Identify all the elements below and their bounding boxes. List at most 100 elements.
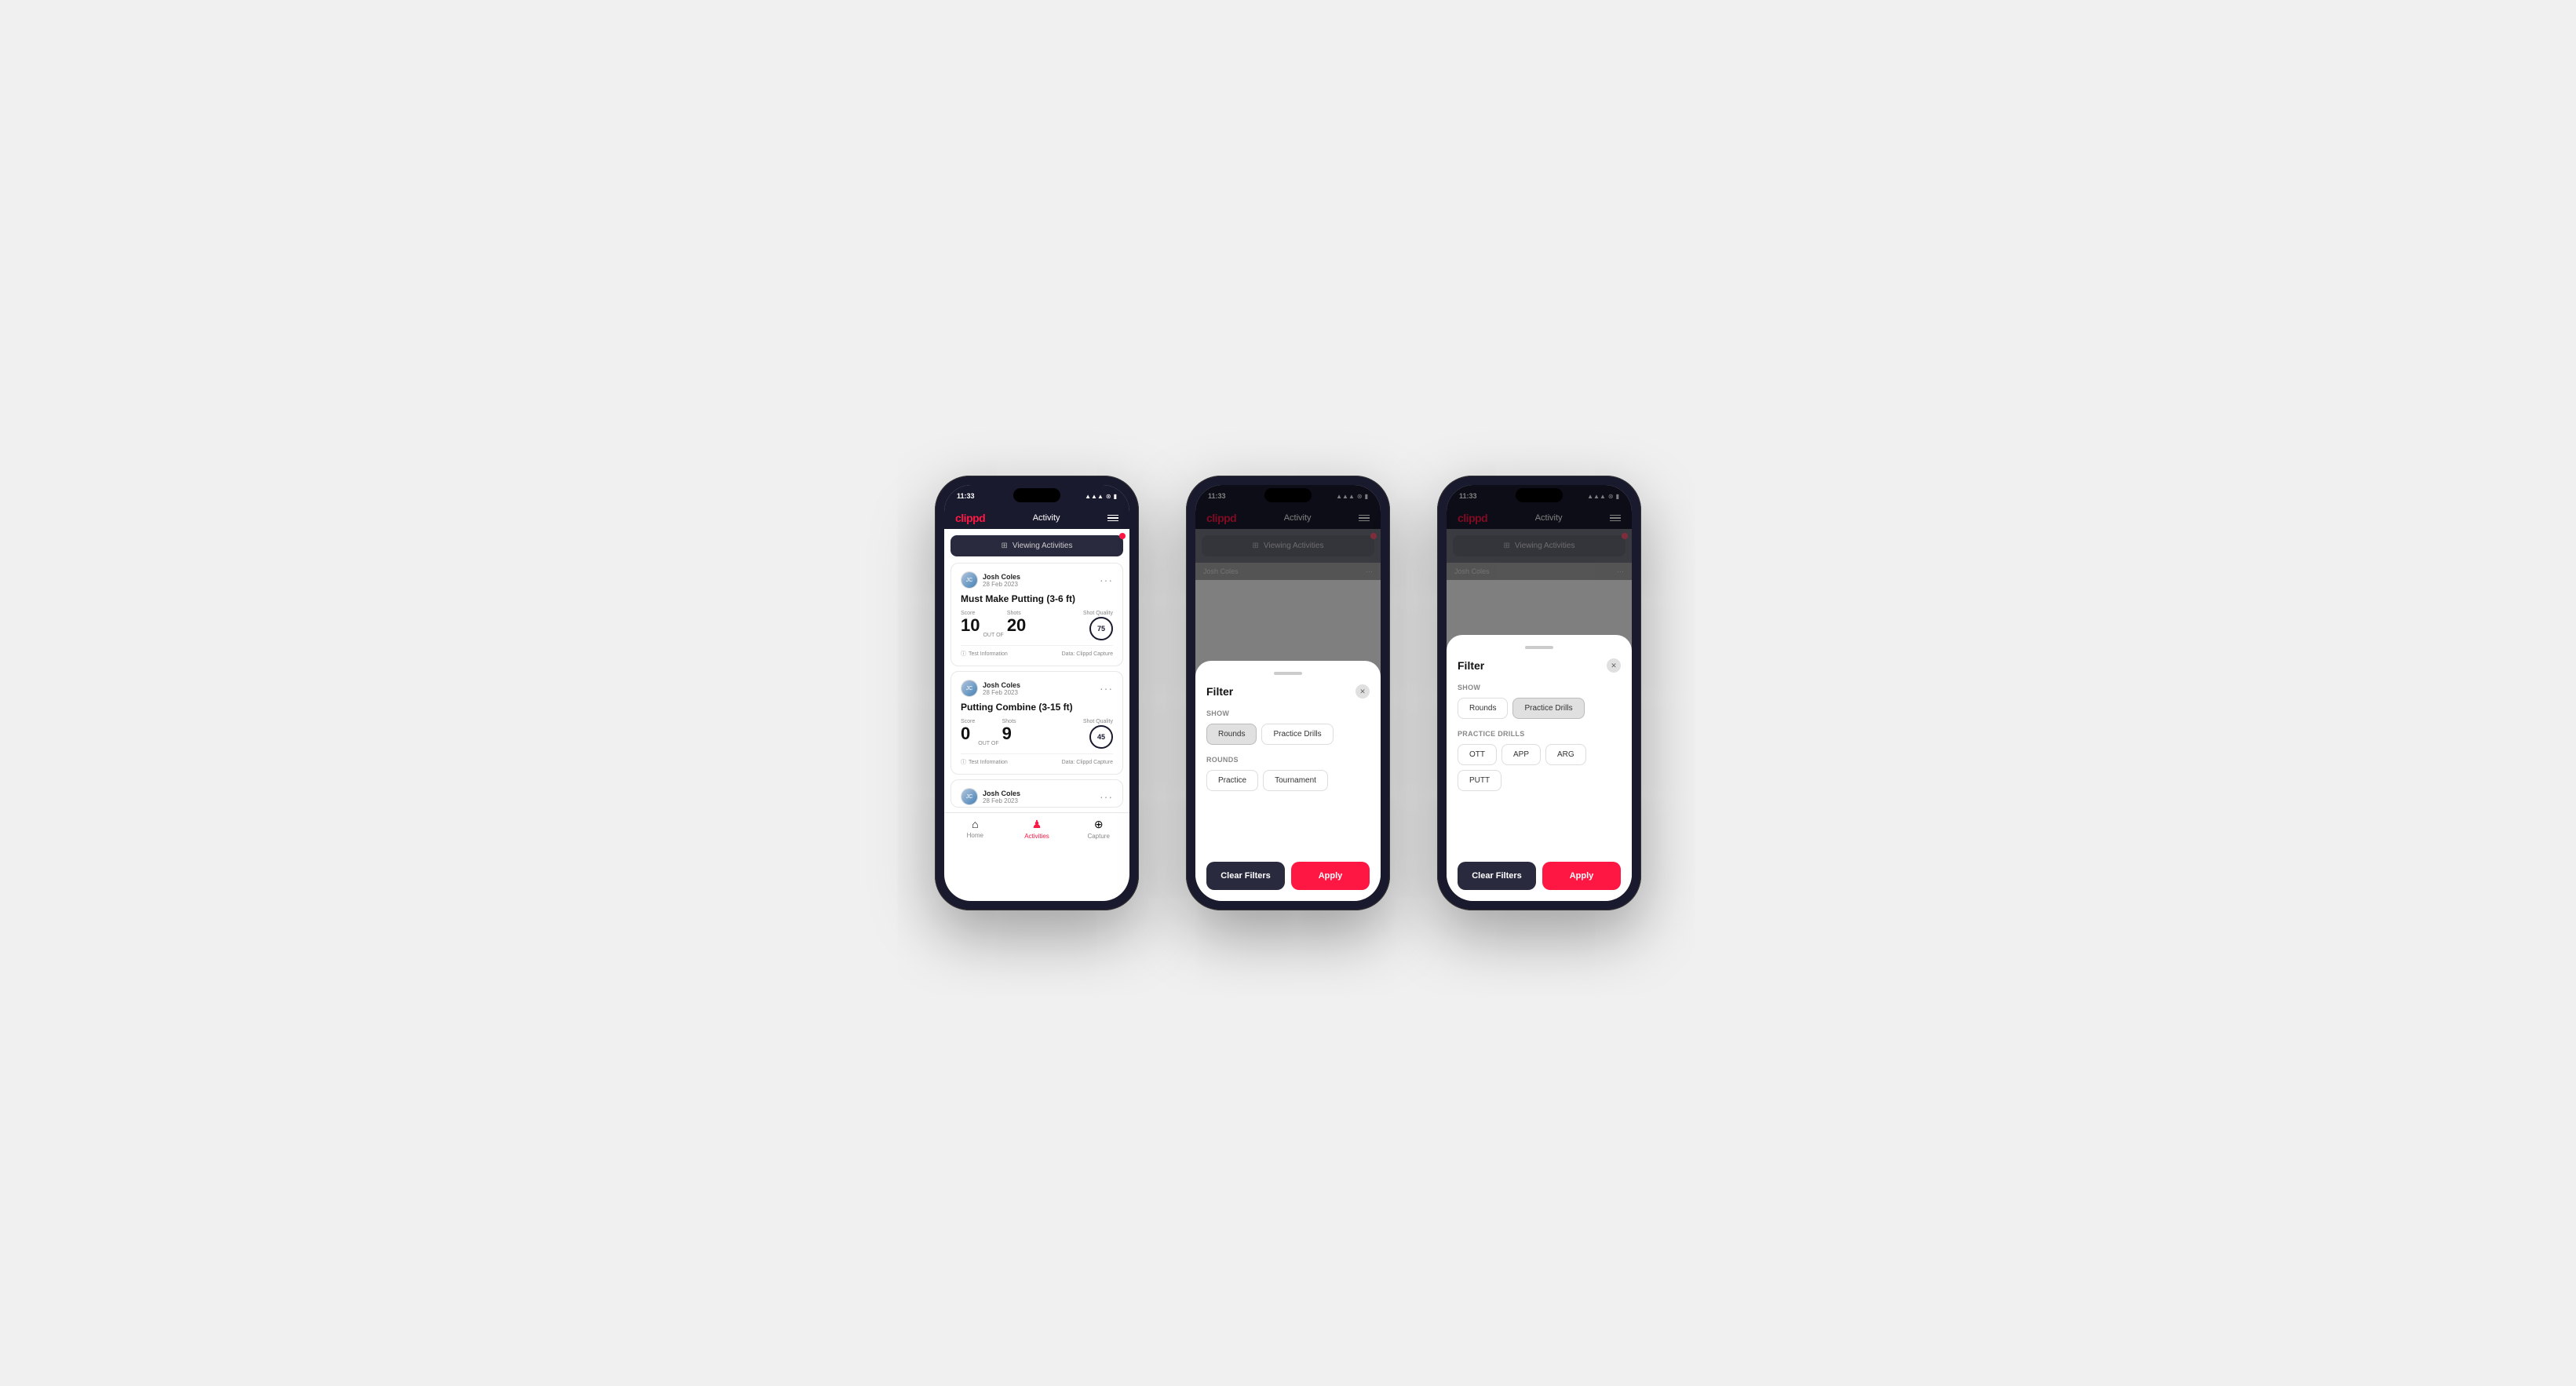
avatar-img-2: JC — [961, 680, 977, 696]
viewing-text-1: Viewing Activities — [1013, 542, 1073, 550]
spacer-3 — [1458, 802, 1621, 849]
sheet-header-3: Filter ✕ — [1458, 658, 1621, 673]
close-filter-3[interactable]: ✕ — [1607, 658, 1621, 673]
show-buttons-2: Rounds Practice Drills — [1206, 724, 1370, 745]
more-dots-3[interactable]: ··· — [1100, 790, 1113, 803]
sq-group-1: Shot Quality 75 — [1083, 611, 1113, 640]
test-info-2: ⓘ Test Information — [961, 758, 1008, 766]
data-source-2: Data: Clippd Capture — [1062, 760, 1113, 765]
activity-card-3: JC Josh Coles 28 Feb 2023 ··· — [950, 779, 1123, 808]
user-details-1: Josh Coles 28 Feb 2023 — [983, 573, 1020, 588]
filter-sheet-3: Filter ✕ Show Rounds Practice Drills Pra… — [1447, 635, 1632, 901]
filter-sheet-2: Filter ✕ Show Rounds Practice Drills Rou… — [1195, 661, 1381, 901]
sheet-header-2: Filter ✕ — [1206, 684, 1370, 698]
practice-drills-section-label-3: Practice Drills — [1458, 730, 1621, 738]
arg-btn-3[interactable]: ARG — [1545, 744, 1586, 765]
shots-value-2: 9 — [1002, 725, 1016, 742]
user-name-1: Josh Coles — [983, 573, 1020, 581]
filter-title-3: Filter — [1458, 659, 1484, 672]
user-details-3: Josh Coles 28 Feb 2023 — [983, 790, 1020, 804]
activity-card-1: JC Josh Coles 28 Feb 2023 ··· Must Make … — [950, 563, 1123, 666]
ott-btn-3[interactable]: OTT — [1458, 744, 1497, 765]
sq-label-2: Shot Quality — [1083, 719, 1113, 724]
activity-card-2: JC Josh Coles 28 Feb 2023 ··· Putting Co… — [950, 671, 1123, 775]
show-label-2: Show — [1206, 709, 1370, 717]
home-label-1: Home — [967, 832, 983, 839]
app-btn-3[interactable]: APP — [1501, 744, 1541, 765]
rounds-section-label-2: Rounds — [1206, 756, 1370, 764]
activities-label-1: Activities — [1024, 833, 1049, 840]
practice-drills-btn-3[interactable]: Practice Drills — [1512, 698, 1584, 719]
user-date-1: 28 Feb 2023 — [983, 581, 1020, 588]
avatar-img-3: JC — [961, 789, 977, 804]
practice-btn-2[interactable]: Practice — [1206, 770, 1258, 791]
more-dots-1[interactable]: ··· — [1100, 574, 1113, 586]
sq-badge-2: 45 — [1089, 725, 1113, 749]
phone-2-screen: 11:33 ▲▲▲ ⊛ ▮ clippd Activity ⊞ — [1195, 485, 1381, 901]
scroll-area-1[interactable]: JC Josh Coles 28 Feb 2023 ··· Must Make … — [944, 563, 1129, 812]
clear-filters-btn-3[interactable]: Clear Filters — [1458, 862, 1536, 890]
sq-group-2: Shot Quality 45 — [1083, 719, 1113, 749]
user-info-1: JC Josh Coles 28 Feb 2023 — [961, 571, 1020, 589]
notch-1 — [1013, 488, 1060, 502]
wifi-icon-1: ⊛ — [1106, 493, 1111, 500]
show-buttons-3: Rounds Practice Drills — [1458, 698, 1621, 719]
tournament-btn-2[interactable]: Tournament — [1263, 770, 1328, 791]
capture-label-1: Capture — [1087, 833, 1109, 840]
activities-icon-1: ♟ — [1032, 818, 1042, 831]
user-details-2: Josh Coles 28 Feb 2023 — [983, 681, 1020, 696]
hamburger-menu-1[interactable] — [1107, 515, 1118, 522]
user-date-2: 28 Feb 2023 — [983, 689, 1020, 696]
user-info-2: JC Josh Coles 28 Feb 2023 — [961, 680, 1020, 697]
shots-group-2: Shots 9 — [1002, 719, 1016, 742]
card-footer-2: ⓘ Test Information Data: Clippd Capture — [961, 753, 1113, 766]
user-name-2: Josh Coles — [983, 681, 1020, 689]
avatar-1: JC — [961, 571, 978, 589]
practice-drills-btn-2[interactable]: Practice Drills — [1261, 724, 1333, 745]
out-of-2: OUT OF — [978, 741, 998, 749]
drill-buttons-3: OTT APP ARG PUTT — [1458, 744, 1621, 791]
sheet-footer-2: Clear Filters Apply — [1206, 862, 1370, 890]
avatar-2: JC — [961, 680, 978, 697]
apply-btn-3[interactable]: Apply — [1542, 862, 1621, 890]
card-header-3: JC Josh Coles 28 Feb 2023 ··· — [961, 788, 1113, 805]
user-date-3: 28 Feb 2023 — [983, 797, 1020, 804]
close-filter-2[interactable]: ✕ — [1356, 684, 1370, 698]
app-header-1: clippd Activity — [944, 507, 1129, 529]
logo-1: clippd — [955, 512, 985, 524]
nav-activities-1[interactable]: ♟ Activities — [1006, 818, 1068, 840]
sheet-handle-2 — [1274, 672, 1302, 675]
status-bar-1: 11:33 ▲▲▲ ⊛ ▮ — [944, 485, 1129, 507]
user-name-3: Josh Coles — [983, 790, 1020, 797]
viewing-icon-1: ⊞ — [1002, 542, 1008, 550]
time-1: 11:33 — [957, 492, 975, 500]
phone-1-screen: 11:33 ▲▲▲ ⊛ ▮ clippd Activity ⊞ Viewin — [944, 485, 1129, 901]
card-header-2: JC Josh Coles 28 Feb 2023 ··· — [961, 680, 1113, 697]
nav-home-1[interactable]: ⌂ Home — [944, 818, 1006, 840]
data-source-1: Data: Clippd Capture — [1062, 651, 1113, 657]
phone-1: 11:33 ▲▲▲ ⊛ ▮ clippd Activity ⊞ Viewin — [935, 476, 1139, 910]
scene: 11:33 ▲▲▲ ⊛ ▮ clippd Activity ⊞ Viewin — [888, 429, 1688, 957]
stats-row-1: Score 10 OUT OF Shots 20 Shot Quality 75 — [961, 611, 1113, 640]
phone-2: 11:33 ▲▲▲ ⊛ ▮ clippd Activity ⊞ — [1186, 476, 1390, 910]
sheet-footer-3: Clear Filters Apply — [1458, 862, 1621, 890]
phone-3-screen: 11:33 ▲▲▲ ⊛ ▮ clippd Activity ⊞ — [1447, 485, 1632, 901]
signal-icon-1: ▲▲▲ — [1085, 493, 1104, 500]
header-title-1: Activity — [1033, 513, 1060, 523]
score-value-1: 10 — [961, 617, 980, 634]
avatar-3: JC — [961, 788, 978, 805]
status-icons-1: ▲▲▲ ⊛ ▮ — [1085, 493, 1117, 500]
sq-label-1: Shot Quality — [1083, 611, 1113, 616]
score-group-2: Score 0 — [961, 719, 975, 742]
clear-filters-btn-2[interactable]: Clear Filters — [1206, 862, 1285, 890]
nav-capture-1[interactable]: ⊕ Capture — [1067, 818, 1129, 840]
show-label-3: Show — [1458, 684, 1621, 691]
more-dots-2[interactable]: ··· — [1100, 682, 1113, 695]
viewing-banner-1[interactable]: ⊞ Viewing Activities — [950, 535, 1123, 556]
rounds-btn-3[interactable]: Rounds — [1458, 698, 1508, 719]
putt-btn-3[interactable]: PUTT — [1458, 770, 1501, 791]
info-icon-2: ⓘ — [961, 758, 966, 766]
test-info-1: ⓘ Test Information — [961, 650, 1008, 658]
apply-btn-2[interactable]: Apply — [1291, 862, 1370, 890]
rounds-btn-2[interactable]: Rounds — [1206, 724, 1257, 745]
